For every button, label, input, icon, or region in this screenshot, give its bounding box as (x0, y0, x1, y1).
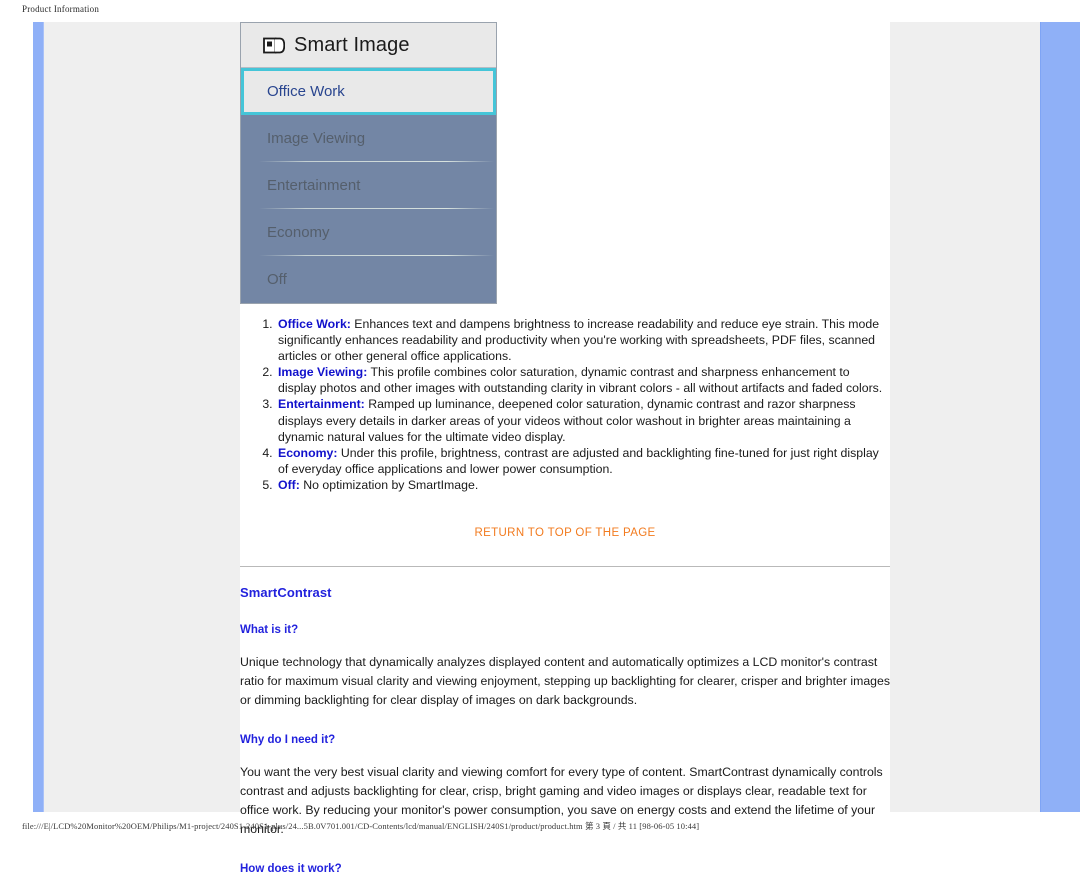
content-inner: Smart Image Office Work Image Viewing En… (240, 22, 890, 875)
osd-item-off[interactable]: Off (241, 256, 496, 303)
profile-term: Economy: (278, 445, 338, 460)
return-to-top-wrapper: RETURN TO TOP OF THE PAGE (240, 523, 890, 541)
heading-what-is-it: What is it? (240, 624, 299, 637)
osd-item-label: Image Viewing (267, 130, 366, 147)
profile-desc: This profile combines color saturation, … (278, 365, 883, 396)
list-item: Entertainment: Ramped up luminance, deep… (276, 396, 890, 444)
profile-term: Entertainment: (278, 397, 365, 412)
list-item: Image Viewing: This profile combines col… (276, 364, 890, 396)
heading-how-does-it-work: How does it work? (240, 863, 342, 875)
osd-item-label: Economy (267, 224, 330, 241)
return-to-top-link[interactable]: RETURN TO TOP OF THE PAGE (474, 527, 655, 539)
profile-term: Off: (278, 477, 300, 492)
page-frame: Smart Image Office Work Image Viewing En… (33, 22, 1080, 875)
smart-image-icon (263, 36, 286, 55)
osd-item-entertainment[interactable]: Entertainment (241, 162, 496, 209)
section-divider (240, 566, 890, 568)
osd-item-label: Entertainment (267, 177, 361, 194)
profile-term: Office Work: (278, 317, 351, 331)
print-header-title: Product Information (22, 4, 100, 14)
osd-item-label: Off (267, 271, 287, 288)
osd-item-economy[interactable]: Economy (241, 209, 496, 256)
osd-item-label: Office Work (267, 83, 345, 100)
list-item: Office Work: Enhances text and dampens b… (276, 316, 890, 364)
osd-item-image-viewing[interactable]: Image Viewing (241, 115, 496, 162)
osd-title-bar: Smart Image (241, 23, 496, 68)
content-column: Smart Image Office Work Image Viewing En… (240, 22, 890, 875)
print-footer-path: file:///E|/LCD%20Monitor%20OEM/Philips/M… (22, 821, 700, 831)
right-blue-rail (1040, 22, 1080, 812)
smart-image-profile-list: Office Work: Enhances text and dampens b… (240, 316, 890, 493)
profile-desc: Under this profile, brightness, contrast… (278, 445, 879, 476)
list-item: Economy: Under this profile, brightness,… (276, 445, 890, 477)
left-blue-rail (33, 22, 44, 812)
paragraph-what-is-it: Unique technology that dynamically analy… (240, 655, 890, 708)
profile-term: Image Viewing: (278, 365, 368, 380)
page-title-smartcontrast: SmartContrast (240, 585, 332, 601)
profile-desc: Ramped up luminance, deepened color satu… (278, 397, 856, 444)
osd-item-office-work[interactable]: Office Work (241, 68, 496, 115)
profile-desc: Enhances text and dampens brightness to … (278, 317, 880, 364)
heading-why-do-i-need-it: Why do I need it? (240, 734, 336, 747)
list-item: Off: No optimization by SmartImage. (276, 477, 890, 493)
osd-title-text: Smart Image (294, 33, 410, 56)
smart-image-osd: Smart Image Office Work Image Viewing En… (240, 22, 497, 304)
profile-desc: No optimization by SmartImage. (299, 477, 479, 492)
